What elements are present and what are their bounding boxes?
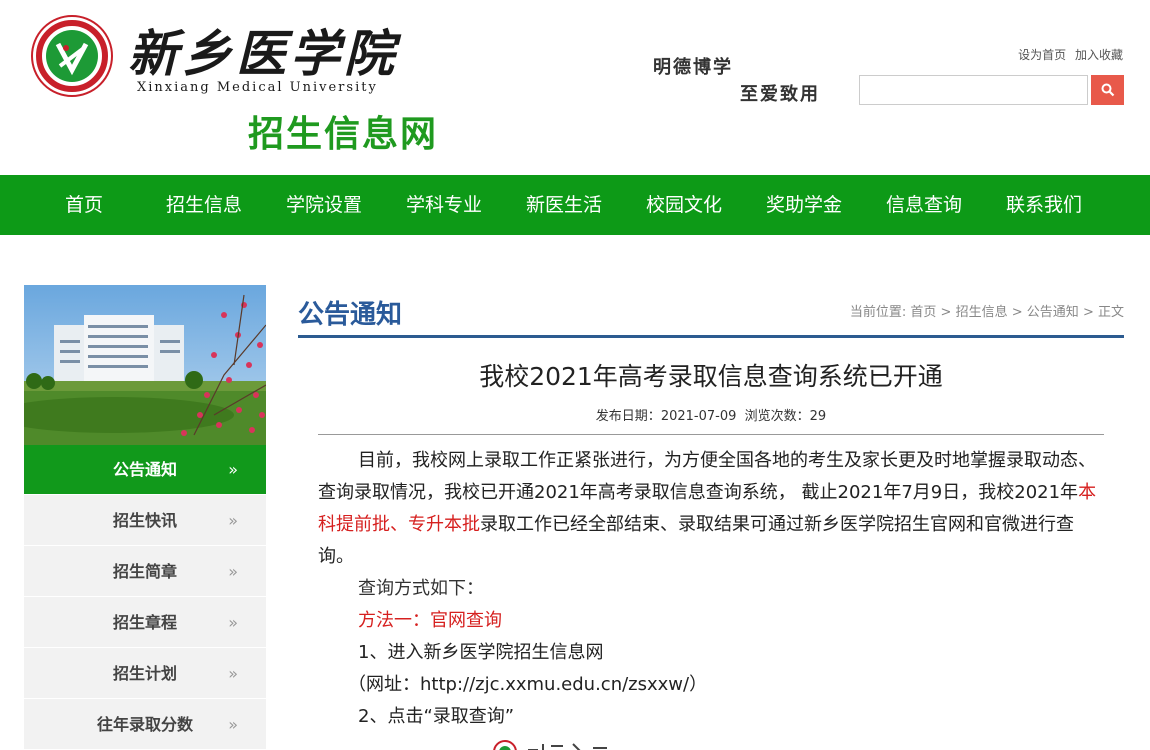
sidebar-item-admission-charter[interactable]: 招生章程 » (24, 597, 266, 648)
nav-item-admissions-info[interactable]: 招生信息 (144, 175, 264, 235)
double-chevron-right-icon: » (228, 715, 238, 734)
logo-english-name: Xinxiang Medical University (137, 80, 378, 95)
double-chevron-right-icon: » (228, 511, 238, 530)
nav-item-home[interactable]: 首页 (24, 175, 144, 235)
search-button[interactable] (1091, 75, 1124, 105)
sidebar-item-label: 公告通知 (112, 460, 177, 479)
step-one: 1、进入新乡医学院招生信息网 (358, 642, 604, 663)
double-chevron-right-icon: » (228, 613, 238, 632)
double-chevron-right-icon: » (228, 664, 238, 683)
view-count-label: 浏览次数： (744, 409, 810, 424)
sidebar-item-past-scores[interactable]: 往年录取分数 » (24, 699, 266, 750)
article-body: 目前，我校网上录取工作正紧张进行，为方便全国各地的考生及家长更及时地掌握录取动态… (318, 445, 1104, 733)
nav-item-scholarships[interactable]: 奖助学金 (744, 175, 864, 235)
breadcrumb-admissions-info[interactable]: 招生信息 (956, 305, 1008, 320)
motto-line-2: 至爱致用 (740, 84, 820, 105)
breadcrumb-home[interactable]: 首页 (910, 305, 936, 320)
query-intro: 查询方式如下： (358, 578, 484, 599)
nav-item-contact[interactable]: 联系我们 (984, 175, 1104, 235)
nav-item-student-life[interactable]: 新医生活 (504, 175, 624, 235)
breadcrumb-announcements[interactable]: 公告通知 (1027, 305, 1079, 320)
breadcrumb-separator: > (940, 305, 952, 320)
add-favorite-link[interactable]: 加入收藏 (1075, 48, 1123, 62)
article-meta: 发布日期：2021-07-09 浏览次数：29 (298, 405, 1124, 424)
sidebar-item-admission-news[interactable]: 招生快讯 » (24, 495, 266, 546)
double-chevron-right-icon: » (228, 460, 238, 479)
publish-date-label: 发布日期： (595, 409, 661, 424)
site-header: 新乡医学院 Xinxiang Medical University 招生信息网 … (0, 0, 1150, 175)
view-count: 29 (809, 409, 827, 424)
breadcrumb: 当前位置: 首页 > 招生信息 > 公告通知 > 正文 (850, 301, 1124, 320)
search-input[interactable] (859, 75, 1088, 105)
embedded-screenshot-logo-icon (493, 740, 607, 750)
paragraph-text: 目前，我校网上录取工作正紧张进行，为方便全国各地的考生及家长更及时地掌握录取动态… (318, 450, 1096, 503)
section-title: 公告通知 (298, 300, 403, 330)
university-emblem-icon[interactable] (30, 14, 114, 98)
nav-item-campus-culture[interactable]: 校园文化 (624, 175, 744, 235)
nav-item-majors[interactable]: 学科专业 (384, 175, 504, 235)
nav-item-info-query[interactable]: 信息查询 (864, 175, 984, 235)
breadcrumb-current: 正文 (1097, 305, 1124, 320)
campus-photo (24, 285, 266, 445)
main-nav: 首页 招生信息 学院设置 学科专业 新医生活 校园文化 奖助学金 信息查询 联系… (0, 175, 1150, 235)
sidebar-item-label: 招生快讯 (112, 511, 177, 530)
article-paragraph: 目前，我校网上录取工作正紧张进行，为方便全国各地的考生及家长更及时地掌握录取动态… (318, 445, 1104, 573)
sidebar-item-label: 招生章程 (112, 613, 177, 632)
logo-chinese-name: 新乡医学院 (128, 24, 398, 83)
method-one-heading: 方法一：官网查询 (358, 610, 502, 631)
breadcrumb-prefix: 当前位置: (849, 305, 907, 320)
breadcrumb-separator: > (1011, 305, 1023, 320)
nav-item-colleges[interactable]: 学院设置 (264, 175, 384, 235)
publish-date: 2021-07-09 (660, 409, 737, 424)
sidebar-item-admission-brochure[interactable]: 招生简章 » (24, 546, 266, 597)
site-name: 招生信息网 (248, 114, 439, 155)
sidebar-item-label: 往年录取分数 (96, 715, 193, 734)
set-homepage-link[interactable]: 设为首页 (1018, 48, 1066, 62)
top-links: 设为首页 加入收藏 (1013, 46, 1123, 63)
sidebar-item-label: 招生计划 (112, 664, 177, 683)
website-url[interactable]: （网址：http://zjc.xxmu.edu.cn/zsxxw/） (318, 669, 1104, 701)
meta-divider (318, 434, 1104, 435)
double-chevron-right-icon: » (228, 562, 238, 581)
section-divider (298, 335, 1124, 338)
search-icon (1101, 83, 1114, 97)
article-title: 我校2021年高考录取信息查询系统已开通 (479, 362, 943, 391)
sidebar: 公告通知 » 招生快讯 » 招生简章 » 招生章程 » 招生计划 » 往年录取分… (24, 285, 266, 750)
step-two: 2、点击“录取查询” (358, 706, 515, 727)
motto-line-1: 明德博学 (653, 57, 733, 78)
sidebar-item-admission-plan[interactable]: 招生计划 » (24, 648, 266, 699)
sidebar-item-announcements[interactable]: 公告通知 » (24, 445, 266, 495)
sidebar-item-label: 招生简章 (112, 562, 177, 581)
breadcrumb-separator: > (1082, 305, 1094, 320)
